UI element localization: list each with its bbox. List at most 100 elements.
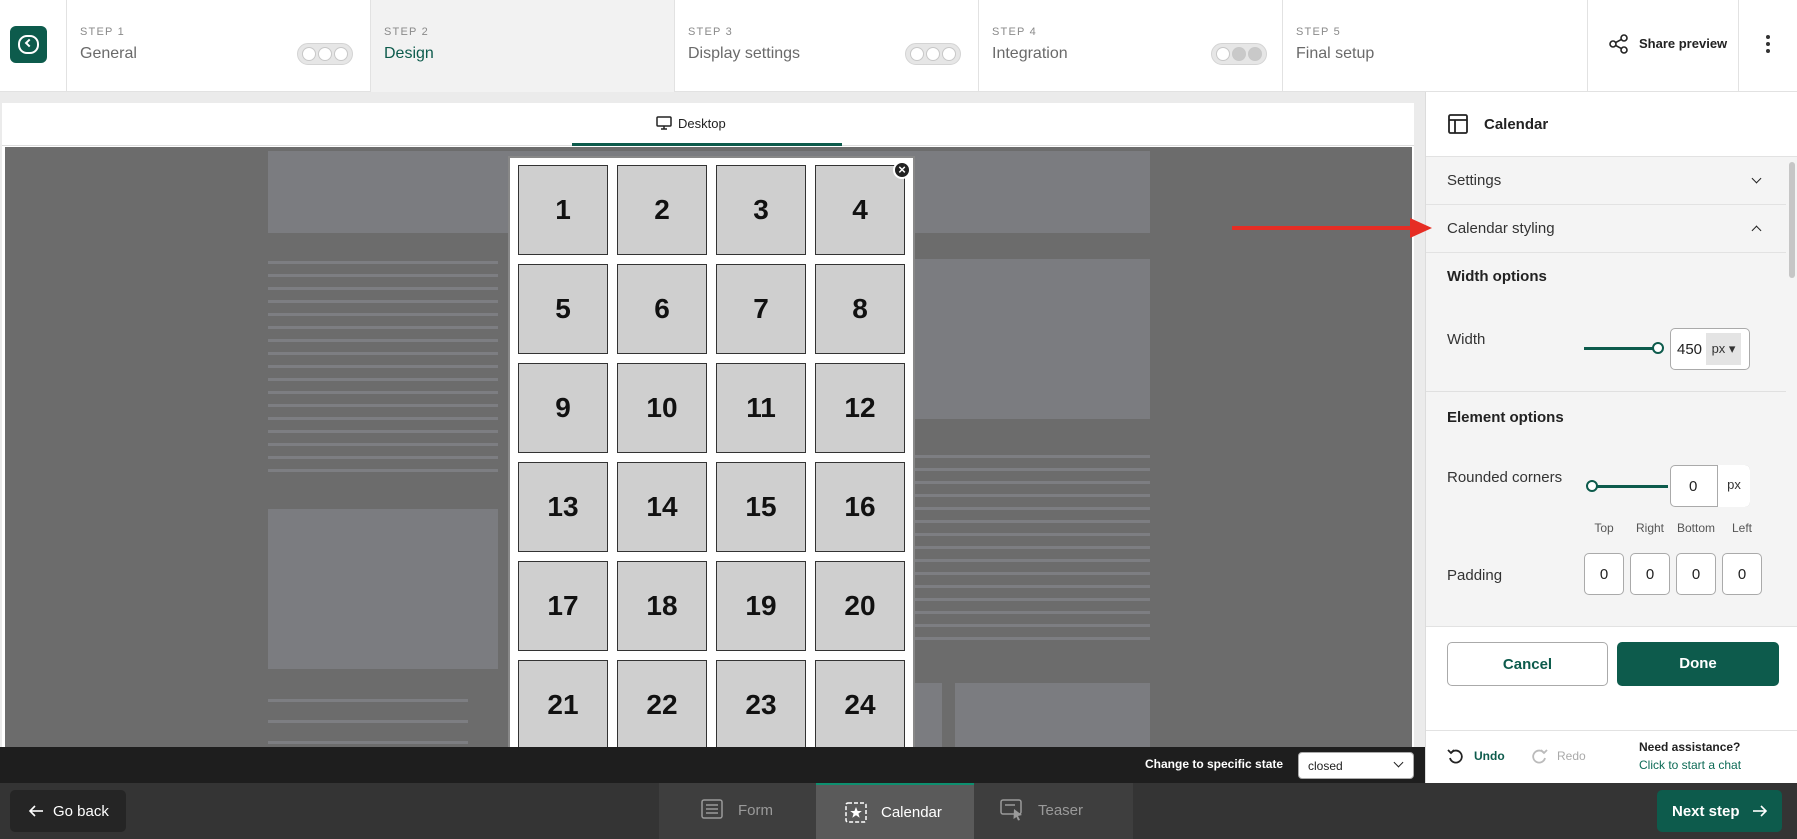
calendar-door[interactable]: 12: [815, 363, 905, 453]
redo-label: Redo: [1557, 749, 1586, 763]
share-preview-label: Share preview: [1639, 36, 1728, 51]
step-name: Display settings: [688, 45, 801, 62]
mode-calendar[interactable]: Calendar: [816, 783, 974, 839]
calendar-door[interactable]: 17: [518, 561, 608, 651]
width-options-title: Width options: [1447, 268, 1547, 285]
step-integration[interactable]: STEP 4 Integration: [978, 0, 1282, 92]
panel-title: Calendar: [1484, 116, 1549, 133]
start-chat-link[interactable]: Click to start a chat: [1639, 758, 1741, 772]
done-button[interactable]: Done: [1617, 642, 1779, 686]
width-slider[interactable]: [1584, 342, 1664, 354]
width-unit-select[interactable]: px ▾: [1706, 333, 1741, 365]
calendar-styling-body: Width options Width 450 px ▾ Element opt…: [1426, 254, 1786, 626]
more-options-icon[interactable]: [1760, 32, 1776, 56]
calendar-door[interactable]: 9: [518, 363, 608, 453]
settings-accordion[interactable]: Settings: [1426, 157, 1786, 205]
mode-switcher: Form Calendar Teaser: [659, 783, 1133, 839]
padding-top-label: Top: [1594, 521, 1614, 535]
device-tab-bar: Desktop: [2, 103, 1414, 146]
calendar-door[interactable]: 6: [617, 264, 707, 354]
share-preview-button[interactable]: Share preview: [1587, 0, 1739, 92]
calendar-door[interactable]: 21: [518, 660, 608, 747]
calendar-door[interactable]: 3: [716, 165, 806, 255]
step-name: Integration: [992, 45, 1068, 62]
undo-label: Undo: [1474, 749, 1505, 763]
cancel-button[interactable]: Cancel: [1447, 642, 1608, 686]
state-select-value: closed: [1308, 759, 1343, 773]
state-bar: Change to specific state closed: [0, 747, 1425, 783]
calendar-door[interactable]: 1: [518, 165, 608, 255]
step-final-setup[interactable]: STEP 5 Final setup: [1282, 0, 1587, 92]
rounded-corners-slider-knob[interactable]: [1586, 480, 1598, 492]
calendar-door[interactable]: 8: [815, 264, 905, 354]
calendar-door[interactable]: 18: [617, 561, 707, 651]
chevron-down-icon: [1751, 173, 1762, 184]
panel-scrollbar[interactable]: [1789, 162, 1795, 278]
arrow-left-icon: [28, 805, 43, 817]
rounded-corners-input[interactable]: 0 px: [1670, 465, 1750, 507]
calendar-door[interactable]: 5: [518, 264, 608, 354]
preview-area: Desktop 1 2 3 4 5 6 7 8 9 10 11 12 13 14…: [2, 103, 1414, 747]
arrow-right-icon: [1753, 805, 1768, 817]
monitor-icon: [656, 116, 672, 130]
padding-right-input[interactable]: 0: [1630, 553, 1670, 595]
settings-panel: Calendar Settings Calendar styling Width…: [1425, 92, 1797, 783]
redo-button[interactable]: Redo: [1530, 748, 1586, 769]
padding-left-input[interactable]: 0: [1722, 553, 1762, 595]
width-input[interactable]: 450 px ▾: [1670, 328, 1750, 370]
padding-top-input[interactable]: 0: [1584, 553, 1624, 595]
calendar-door[interactable]: 22: [617, 660, 707, 747]
rounded-corners-value: 0: [1689, 478, 1698, 495]
rounded-corners-slider[interactable]: [1586, 480, 1668, 492]
layout-icon: [1448, 114, 1468, 134]
step-number: STEP 1: [80, 26, 125, 38]
mode-form[interactable]: Form: [659, 783, 817, 839]
step-progress-dots: [297, 43, 353, 65]
width-value: 450: [1677, 341, 1703, 358]
step-design[interactable]: STEP 2 Design: [370, 0, 674, 92]
step-display-settings[interactable]: STEP 3 Display settings: [674, 0, 978, 92]
padding-right-label: Right: [1635, 521, 1664, 535]
calendar-door[interactable]: 13: [518, 462, 608, 552]
calendar-door[interactable]: 23: [716, 660, 806, 747]
redo-icon: [1532, 749, 1548, 764]
step-name: Design: [384, 45, 434, 62]
chevron-up-icon: [1751, 225, 1762, 236]
calendar-popup: 1 2 3 4 5 6 7 8 9 10 11 12 13 14 15 16 1…: [508, 156, 915, 747]
form-icon: [701, 799, 723, 819]
calendar-door[interactable]: 4: [815, 165, 905, 255]
undo-button[interactable]: Undo: [1447, 748, 1505, 769]
next-step-button[interactable]: Next step: [1657, 790, 1782, 832]
calendar-door[interactable]: 20: [815, 561, 905, 651]
calendar-door[interactable]: 7: [716, 264, 806, 354]
calendar-door[interactable]: 14: [617, 462, 707, 552]
calendar-door[interactable]: 10: [617, 363, 707, 453]
mode-calendar-label: Calendar: [881, 804, 942, 821]
share-icon: [1609, 34, 1628, 54]
logo-icon[interactable]: [10, 26, 47, 63]
padding-bottom-input[interactable]: 0: [1676, 553, 1716, 595]
calendar-door[interactable]: 15: [716, 462, 806, 552]
panel-footer: Undo Redo Need assistance? Click to star…: [1426, 730, 1797, 783]
step-name: Final setup: [1296, 45, 1375, 62]
mode-teaser[interactable]: Teaser: [974, 783, 1132, 839]
calendar-door[interactable]: 19: [716, 561, 806, 651]
divider: [1426, 391, 1786, 392]
width-slider-knob[interactable]: [1652, 342, 1664, 354]
teaser-icon: [1000, 799, 1022, 821]
state-select[interactable]: closed: [1298, 752, 1414, 779]
close-icon[interactable]: ×: [893, 161, 911, 179]
calendar-door[interactable]: 2: [617, 165, 707, 255]
tab-desktop[interactable]: Desktop: [572, 103, 842, 146]
go-back-button[interactable]: Go back: [10, 790, 126, 832]
next-step-label: Next step: [1672, 803, 1740, 820]
calendar-door[interactable]: 16: [815, 462, 905, 552]
calendar-door[interactable]: 24: [815, 660, 905, 747]
placeholder-block: [955, 683, 1150, 747]
step-general[interactable]: STEP 1 General: [66, 0, 370, 92]
calendar-door[interactable]: 11: [716, 363, 806, 453]
width-label: Width: [1447, 331, 1486, 348]
calendar-styling-accordion[interactable]: Calendar styling: [1426, 205, 1786, 253]
top-bar: STEP 1 General STEP 2 Design STEP 3 Disp…: [0, 0, 1797, 92]
rounded-corners-unit: px: [1717, 465, 1750, 507]
